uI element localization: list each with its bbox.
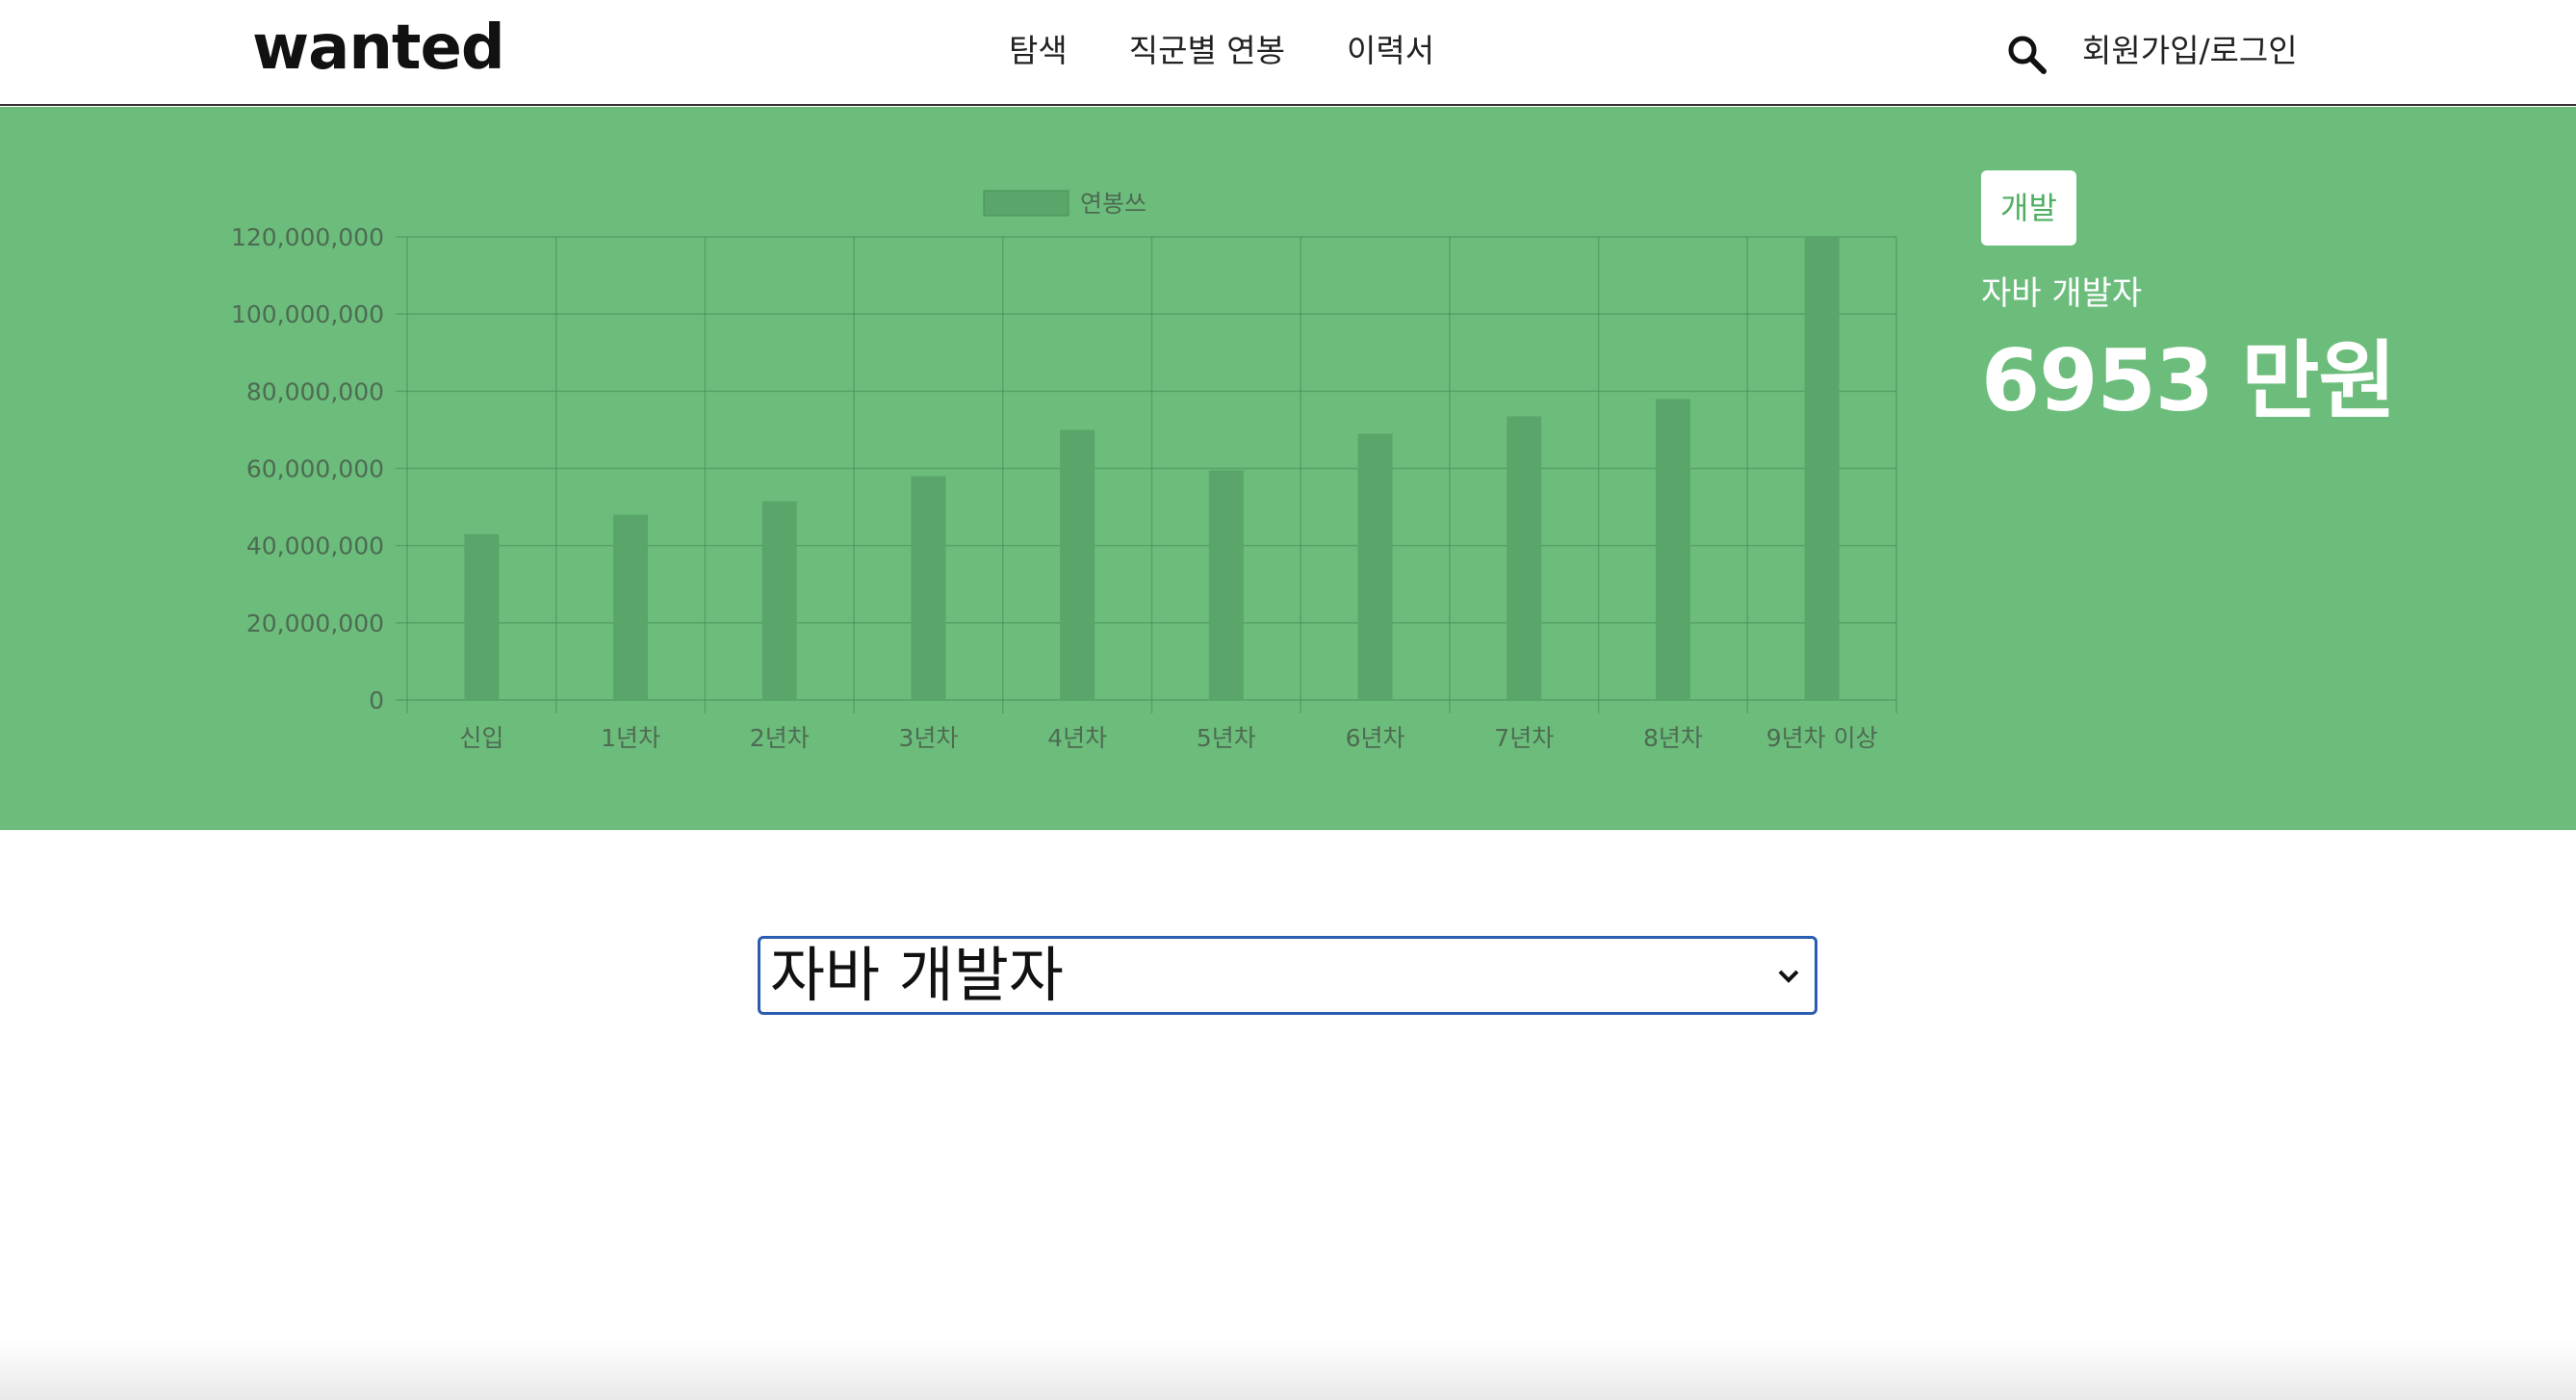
y-tick-label: 60,000,000 — [246, 455, 384, 483]
y-tick-label: 80,000,000 — [246, 377, 384, 405]
nav-explore[interactable]: 탐색 — [1009, 27, 1068, 75]
search-icon[interactable] — [2005, 33, 2048, 75]
salary-summary: 개발 자바 개발자 6953 만원 — [1981, 170, 2396, 434]
bar — [464, 533, 500, 700]
y-tick-label: 120,000,000 — [231, 223, 384, 251]
job-select-value: 자바 개발자 — [770, 940, 1064, 1010]
x-tick-label: 8년차 — [1643, 724, 1703, 752]
main-nav: 탐색 직군별 연봉 이력서 — [1009, 27, 1434, 75]
bar — [1804, 237, 1840, 700]
salary-hero: 0 20,000,000 40,000,000 60,000,000 80,000,00… — [0, 107, 2576, 830]
bar — [1655, 399, 1690, 700]
wanted-logo[interactable]: wanted — [252, 10, 505, 87]
x-tick-label: 신입 — [459, 724, 503, 752]
average-salary: 6953 만원 — [1981, 331, 2396, 430]
bar — [1060, 429, 1095, 700]
legend-swatch — [983, 190, 1069, 217]
x-tick-label: 1년차 — [601, 724, 660, 752]
signup-login-link[interactable]: 회원가입/로그인 — [2082, 27, 2298, 75]
job-select[interactable]: 자바 개발자 — [758, 936, 1817, 1015]
salary-bar-chart: 0 20,000,000 40,000,000 60,000,000 80,000,00… — [231, 190, 1897, 752]
x-tick-label: 4년차 — [1047, 724, 1107, 752]
top-nav-bar: wanted 탐색 직군별 연봉 이력서 회원가입/로그인 — [0, 0, 2576, 106]
page-bottom-shadow — [0, 1338, 2576, 1400]
bar — [1208, 470, 1244, 700]
chevron-down-icon — [1778, 970, 1799, 983]
y-tick-label: 20,000,000 — [246, 609, 384, 637]
bar — [1507, 416, 1542, 700]
nav-salary-by-job[interactable]: 직군별 연봉 — [1129, 27, 1285, 75]
bar — [613, 514, 649, 700]
y-tick-label: 100,000,000 — [231, 300, 384, 328]
x-tick-label: 6년차 — [1346, 724, 1405, 752]
x-tick-label: 3년차 — [898, 724, 958, 752]
job-title: 자바 개발자 — [1981, 274, 2143, 313]
category-badge[interactable]: 개발 — [1981, 170, 2076, 246]
y-tick-label: 0 — [369, 687, 384, 714]
x-tick-label: 7년차 — [1494, 724, 1554, 752]
x-tick-label: 5년차 — [1197, 724, 1256, 752]
bar — [1357, 433, 1393, 700]
nav-resume[interactable]: 이력서 — [1347, 27, 1434, 75]
legend-label: 연봉쓰 — [1080, 190, 1146, 218]
bar — [911, 476, 946, 700]
bar — [761, 501, 797, 700]
y-tick-label: 40,000,000 — [246, 532, 384, 560]
x-tick-label: 2년차 — [750, 724, 810, 752]
x-tick-label: 9년차 이상 — [1766, 724, 1878, 752]
